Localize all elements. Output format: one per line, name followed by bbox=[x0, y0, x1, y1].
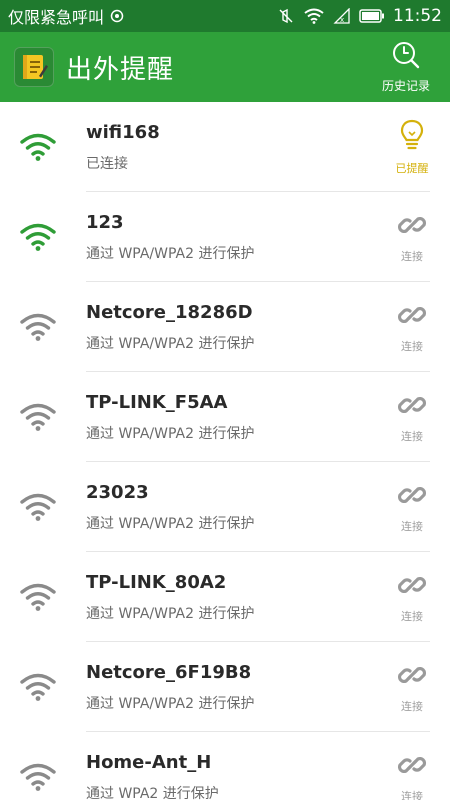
wifi-list-item[interactable]: wifi168 已连接 已提醒 bbox=[0, 102, 450, 192]
wifi-list-item[interactable]: Netcore_18286D 通过 WPA/WPA2 进行保护 连接 bbox=[0, 282, 450, 372]
svg-text:x: x bbox=[340, 16, 344, 24]
link-icon bbox=[397, 750, 427, 784]
wifi-info: Netcore_6F19B8 通过 WPA/WPA2 进行保护 bbox=[86, 662, 382, 713]
link-icon bbox=[397, 480, 427, 514]
wifi-signal-icon bbox=[18, 127, 58, 167]
wifi-list-item[interactable]: 23023 通过 WPA/WPA2 进行保护 连接 bbox=[0, 462, 450, 552]
wifi-status-text: 通过 WPA2 进行保护 bbox=[86, 785, 219, 800]
connect-button[interactable]: 连接 bbox=[382, 210, 442, 264]
signal-icon: x bbox=[333, 8, 351, 24]
connect-button[interactable]: 连接 bbox=[382, 480, 442, 534]
wifi-status-icon bbox=[303, 8, 325, 24]
wifi-ssid: Home-Ant_H bbox=[86, 751, 212, 773]
wifi-signal-icon bbox=[18, 487, 58, 527]
clock-search-icon bbox=[391, 40, 421, 74]
wifi-list-item[interactable]: TP-LINK_80A2 通过 WPA/WPA2 进行保护 连接 bbox=[0, 552, 450, 642]
wifi-signal-icon bbox=[18, 397, 58, 437]
wifi-list-item[interactable]: 123 通过 WPA/WPA2 进行保护 连接 bbox=[0, 192, 450, 282]
wifi-status-text: 通过 WPA/WPA2 进行保护 bbox=[86, 695, 255, 712]
wifi-ssid: 123 bbox=[86, 211, 124, 233]
link-icon bbox=[397, 390, 427, 424]
wifi-status-text: 通过 WPA/WPA2 进行保护 bbox=[86, 515, 255, 532]
lightbulb-icon bbox=[397, 118, 427, 156]
wifi-info: 123 通过 WPA/WPA2 进行保护 bbox=[86, 212, 382, 263]
wifi-status-text: 通过 WPA/WPA2 进行保护 bbox=[86, 245, 255, 262]
wifi-ssid: Netcore_6F19B8 bbox=[86, 661, 252, 683]
wifi-signal-icon bbox=[18, 217, 58, 257]
link-icon bbox=[397, 570, 427, 604]
link-icon bbox=[397, 210, 427, 244]
wifi-info: Home-Ant_H 通过 WPA2 进行保护 bbox=[86, 752, 382, 800]
wifi-list: wifi168 已连接 已提醒 123 通过 WPA/WPA2 进行保护 连接 Netcor… bbox=[0, 102, 450, 800]
wifi-status-text: 通过 WPA/WPA2 进行保护 bbox=[86, 605, 255, 622]
wifi-signal-icon bbox=[18, 307, 58, 347]
wifi-info: wifi168 已连接 bbox=[86, 122, 382, 173]
wifi-list-item[interactable]: Netcore_6F19B8 通过 WPA/WPA2 进行保护 连接 bbox=[0, 642, 450, 732]
wifi-status-text: 已连接 bbox=[86, 155, 128, 172]
carrier-text: 仅限紧急呼叫 bbox=[8, 8, 105, 27]
notebook-icon bbox=[14, 47, 54, 87]
app-bar: 出外提醒 历史记录 bbox=[0, 32, 450, 102]
connect-button[interactable]: 连接 bbox=[382, 300, 442, 354]
wifi-status-text: 通过 WPA/WPA2 进行保护 bbox=[86, 425, 255, 442]
nfc-icon bbox=[110, 9, 124, 23]
link-icon bbox=[397, 660, 427, 694]
wifi-info: TP-LINK_F5AA 通过 WPA/WPA2 进行保护 bbox=[86, 392, 382, 443]
wifi-info: 23023 通过 WPA/WPA2 进行保护 bbox=[86, 482, 382, 533]
status-bar: 仅限紧急呼叫 x 11:52 bbox=[0, 0, 450, 32]
action-label: 连接 bbox=[401, 790, 423, 800]
connect-button[interactable]: 连接 bbox=[382, 570, 442, 624]
action-label: 连接 bbox=[401, 250, 423, 263]
battery-icon bbox=[359, 9, 385, 23]
mute-icon bbox=[277, 7, 295, 25]
wifi-signal-icon bbox=[18, 757, 58, 797]
connect-button[interactable]: 连接 bbox=[382, 660, 442, 714]
page-title: 出外提醒 bbox=[66, 54, 175, 85]
wifi-info: TP-LINK_80A2 通过 WPA/WPA2 进行保护 bbox=[86, 572, 382, 623]
wifi-list-item[interactable]: Home-Ant_H 通过 WPA2 进行保护 连接 bbox=[0, 732, 450, 800]
wifi-ssid: TP-LINK_F5AA bbox=[86, 391, 228, 413]
connect-button[interactable]: 连接 bbox=[382, 390, 442, 444]
history-label: 历史记录 bbox=[381, 79, 430, 93]
action-label: 连接 bbox=[401, 610, 423, 623]
reminded-button[interactable]: 已提醒 bbox=[382, 118, 442, 176]
action-label: 连接 bbox=[401, 430, 423, 443]
wifi-info: Netcore_18286D 通过 WPA/WPA2 进行保护 bbox=[86, 302, 382, 353]
history-button[interactable]: 历史记录 bbox=[376, 37, 436, 97]
wifi-ssid: TP-LINK_80A2 bbox=[86, 571, 227, 593]
wifi-signal-icon bbox=[18, 577, 58, 617]
wifi-ssid: wifi168 bbox=[86, 121, 160, 143]
action-label: 已提醒 bbox=[395, 162, 429, 175]
clock: 11:52 bbox=[393, 6, 442, 26]
action-label: 连接 bbox=[401, 520, 423, 533]
link-icon bbox=[397, 300, 427, 334]
wifi-ssid: 23023 bbox=[86, 481, 149, 503]
action-label: 连接 bbox=[401, 700, 423, 713]
wifi-ssid: Netcore_18286D bbox=[86, 301, 253, 323]
action-label: 连接 bbox=[401, 340, 423, 353]
wifi-signal-icon bbox=[18, 667, 58, 707]
wifi-list-item[interactable]: TP-LINK_F5AA 通过 WPA/WPA2 进行保护 连接 bbox=[0, 372, 450, 462]
wifi-status-text: 通过 WPA/WPA2 进行保护 bbox=[86, 335, 255, 352]
connect-button[interactable]: 连接 bbox=[382, 750, 442, 800]
